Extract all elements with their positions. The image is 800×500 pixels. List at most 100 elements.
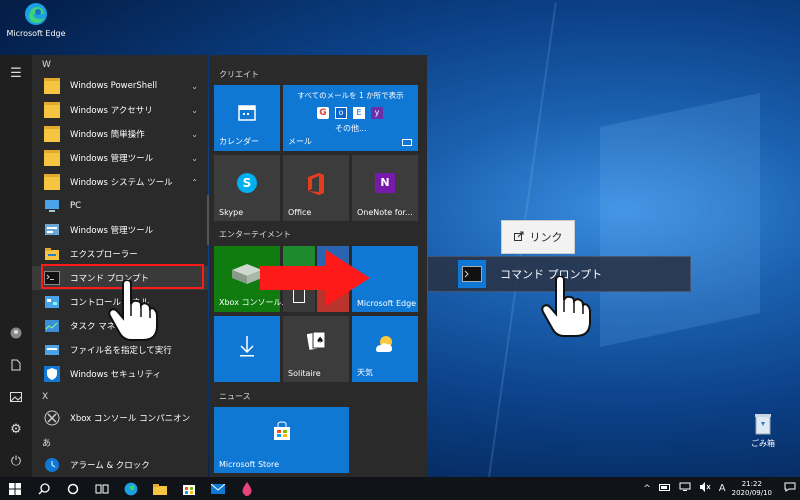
desktop-edge-shortcut[interactable]: Microsoft Edge — [5, 2, 67, 38]
app-item-windows-system-tools[interactable]: Windows システム ツール ⌃ — [32, 170, 208, 194]
store-bag-icon — [273, 421, 291, 444]
notification-center-icon[interactable] — [784, 482, 796, 495]
yahoo-icon: y — [371, 107, 383, 119]
app-label: PC — [70, 201, 82, 211]
pictures-icon[interactable] — [0, 382, 32, 412]
office-icon — [306, 173, 326, 198]
battery-icon[interactable] — [658, 483, 671, 494]
app-item-alarms-clock[interactable]: アラーム & クロック — [32, 453, 208, 477]
tile-group-header-news[interactable]: ニュース — [219, 391, 251, 402]
taskbar-edge-icon[interactable] — [116, 477, 145, 500]
folder-icon — [44, 150, 60, 166]
settings-gear-icon[interactable]: ⚙ — [0, 414, 32, 444]
tile-label: 天気 — [357, 368, 373, 377]
google-icon: G — [317, 107, 329, 119]
windows-logo-icon — [8, 482, 21, 495]
app-item-windows-ease-of-access[interactable]: Windows 簡単操作 ⌄ — [32, 122, 208, 146]
tile-onenote[interactable]: N OneNote for... — [352, 155, 418, 221]
folder-icon — [44, 174, 60, 190]
link-arrow-icon — [513, 231, 524, 244]
app-item-pc[interactable]: PC — [32, 194, 208, 218]
tile-office[interactable]: Office — [283, 155, 349, 221]
taskbar: ^ A 21:22 2020/09/10 — [0, 477, 800, 500]
app-item-windows-accessories[interactable]: Windows アクセサリ ⌄ — [32, 98, 208, 122]
start-menu-rail: ☰ ⚙ ⏻ — [0, 55, 32, 477]
section-letter-w[interactable]: W — [42, 60, 51, 70]
tile-skype[interactable]: S Skype — [214, 155, 280, 221]
edge-icon — [24, 2, 48, 26]
system-tray: ^ A 21:22 2020/09/10 — [639, 477, 800, 500]
chevron-down-icon: ⌄ — [191, 129, 198, 139]
app-item-windows-admin-tools-folder[interactable]: Windows 管理ツール ⌄ — [32, 146, 208, 170]
app-label: Windows 管理ツール — [70, 154, 154, 164]
clock-date: 2020/09/10 — [731, 488, 772, 497]
tile-weather[interactable]: 天気 — [352, 316, 418, 382]
weather-sun-icon — [374, 334, 396, 357]
input-indicator[interactable]: A — [719, 483, 726, 494]
hamburger-menu-icon[interactable]: ☰ — [0, 58, 32, 88]
desktop-edge-label: Microsoft Edge — [6, 29, 66, 38]
app-label: アラーム & クロック — [70, 461, 150, 471]
app-item-windows-admin-tools[interactable]: Windows 管理ツール — [32, 218, 208, 242]
search-icon[interactable] — [29, 477, 58, 500]
start-button[interactable] — [0, 477, 29, 500]
tile-label: Solitaire — [288, 369, 321, 378]
desktop-recycle-bin[interactable]: ごみ箱 — [736, 412, 790, 449]
taskbar-clock[interactable]: 21:22 2020/09/10 — [732, 480, 772, 498]
app-label: Windows 簡単操作 — [70, 130, 145, 140]
app-item-file-explorer[interactable]: エクスプローラー — [32, 242, 208, 266]
taskbar-file-explorer-icon[interactable] — [145, 477, 174, 500]
command-prompt-icon — [458, 260, 486, 288]
app-label: Windows アクセサリ — [70, 106, 153, 116]
tile-solitaire[interactable]: ♠ Solitaire — [283, 316, 349, 382]
tile-label: Microsoft Store — [219, 460, 280, 469]
mail-envelope-icon — [402, 139, 412, 146]
taskbar-paint-3d-icon[interactable] — [232, 477, 261, 500]
file-explorer-icon — [44, 246, 60, 262]
cortana-icon[interactable] — [58, 477, 87, 500]
tile-group-header-create[interactable]: クリエイト — [219, 69, 259, 80]
run-icon — [44, 342, 60, 358]
section-letter-x[interactable]: X — [42, 392, 48, 402]
alarm-clock-icon — [44, 457, 60, 473]
section-letter-a[interactable]: あ — [42, 436, 51, 449]
taskbar-store-icon[interactable] — [174, 477, 203, 500]
tile-calendar[interactable]: カレンダー — [214, 85, 280, 151]
tile-microsoft-store[interactable]: Microsoft Store — [214, 407, 349, 473]
taskbar-mail-icon[interactable] — [203, 477, 232, 500]
power-icon[interactable]: ⏻ — [0, 446, 32, 476]
tile-mail[interactable]: すべてのメールを 1 か所で表示 G o E y その他... メール — [283, 85, 418, 151]
skype-icon: S — [237, 173, 257, 193]
download-arrow-icon — [238, 334, 256, 361]
tile-group-header-entertainment[interactable]: エンターテイメント — [219, 229, 291, 240]
tile-label: メール — [288, 137, 312, 146]
exchange-icon: E — [353, 107, 365, 119]
app-item-windows-security[interactable]: Windows セキュリティ — [32, 362, 208, 386]
clock-time: 21:22 — [741, 479, 762, 488]
document-icon[interactable] — [0, 350, 32, 380]
task-manager-icon — [44, 318, 60, 334]
calendar-icon — [238, 103, 256, 124]
app-label: Xbox コンソール コンパニオン — [70, 414, 191, 424]
task-view-icon[interactable] — [87, 477, 116, 500]
mail-provider-icons: G o E y — [317, 107, 383, 119]
volume-muted-icon[interactable] — [699, 482, 711, 495]
tile-label: カレンダー — [219, 137, 259, 146]
app-label: Windows PowerShell — [70, 81, 158, 91]
tile-label: Office — [288, 208, 312, 217]
network-icon[interactable] — [679, 482, 691, 495]
tile-downloads[interactable] — [214, 316, 280, 382]
chevron-up-icon[interactable]: ^ — [643, 484, 651, 494]
hand-cursor-icon — [107, 278, 159, 345]
folder-icon — [44, 78, 60, 94]
user-account-icon[interactable] — [0, 318, 32, 348]
drag-link-tooltip: リンク — [501, 220, 575, 254]
shield-icon — [44, 366, 60, 382]
chevron-down-icon: ⌄ — [191, 105, 198, 115]
link-tooltip-label: リンク — [529, 231, 563, 244]
app-item-windows-powershell[interactable]: Windows PowerShell ⌄ — [32, 74, 208, 98]
outlook-icon: o — [335, 107, 347, 119]
drag-direction-arrow — [260, 250, 370, 309]
folder-icon — [44, 126, 60, 142]
app-item-xbox-console-companion[interactable]: Xbox コンソール コンパニオン — [32, 406, 208, 430]
